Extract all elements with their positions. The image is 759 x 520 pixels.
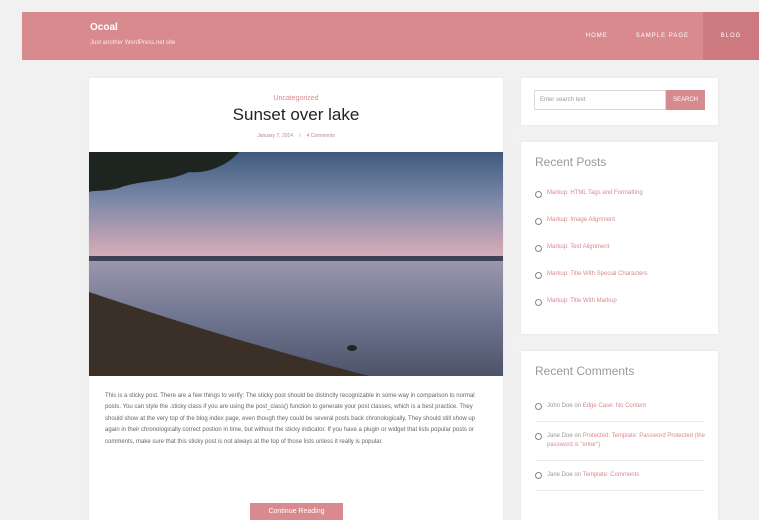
post-title[interactable]: Sunset over lake: [89, 105, 503, 125]
comment-item: John Doe on Edge Case: No Content: [535, 402, 705, 422]
comment-author[interactable]: John Doe: [547, 403, 573, 409]
recent-post-link[interactable]: Markup: HTML Tags and Formatting: [535, 190, 705, 217]
site-header: Ocoal Just another WordPress.net site HO…: [22, 12, 759, 60]
search-button[interactable]: SEARCH: [666, 90, 705, 110]
featured-image[interactable]: [89, 152, 503, 376]
comment-item: Jane Doe on Protected: Template: Passwor…: [535, 432, 705, 461]
post-category[interactable]: Uncategorized: [89, 95, 503, 102]
nav-item-home[interactable]: HOME: [572, 12, 622, 60]
recent-comments-widget: Recent Comments John Doe on Edge Case: N…: [521, 351, 718, 520]
post-date[interactable]: January 7, 2014: [257, 133, 293, 139]
post-card: Uncategorized Sunset over lake January 7…: [89, 78, 503, 520]
post-meta: January 7, 2014/4 Comments: [257, 133, 335, 139]
comment-item: Jane Doe on Template: Comments: [535, 471, 705, 491]
recent-comments-title: Recent Comments: [535, 364, 635, 378]
comment-post-link[interactable]: Edge Case: No Content: [583, 403, 646, 409]
recent-post-link[interactable]: Markup: Title With Special Characters: [535, 271, 705, 298]
comment-author[interactable]: Jane Doe: [547, 472, 573, 478]
comment-post-link[interactable]: Template: Comments: [583, 472, 640, 478]
search-widget: Enter search text SEARCH: [521, 78, 718, 125]
recent-comments-list: John Doe on Edge Case: No Content Jane D…: [535, 402, 705, 501]
nav-item-blog[interactable]: BLOG: [703, 12, 759, 60]
comment-on-label: on: [574, 472, 582, 478]
search-input[interactable]: Enter search text: [534, 90, 666, 110]
site-title[interactable]: Ocoal: [90, 22, 118, 33]
recent-post-link[interactable]: Markup: Text Alignment: [535, 244, 705, 271]
post-comments-link[interactable]: 4 Comments: [306, 133, 334, 139]
recent-posts-list: Markup: HTML Tags and Formatting Markup:…: [535, 190, 705, 325]
sunset-lake-image: [89, 152, 503, 376]
comment-author[interactable]: Jane Doe: [547, 433, 573, 439]
site-description: Just another WordPress.net site: [90, 40, 176, 46]
comment-on-label: on: [574, 433, 582, 439]
main-nav: HOME SAMPLE PAGE BLOG: [572, 12, 759, 60]
recent-posts-title: Recent Posts: [535, 155, 607, 169]
recent-post-link[interactable]: Markup: Title With Markup: [535, 298, 705, 325]
post-excerpt: This is a sticky post. There are a few t…: [105, 393, 476, 445]
recent-posts-widget: Recent Posts Markup: HTML Tags and Forma…: [521, 142, 718, 334]
nav-item-sample-page[interactable]: SAMPLE PAGE: [622, 12, 703, 60]
recent-post-link[interactable]: Markup: Image Alignment: [535, 217, 705, 244]
comment-on-label: on: [574, 403, 582, 409]
continue-reading-button[interactable]: Continue Reading: [250, 503, 343, 520]
